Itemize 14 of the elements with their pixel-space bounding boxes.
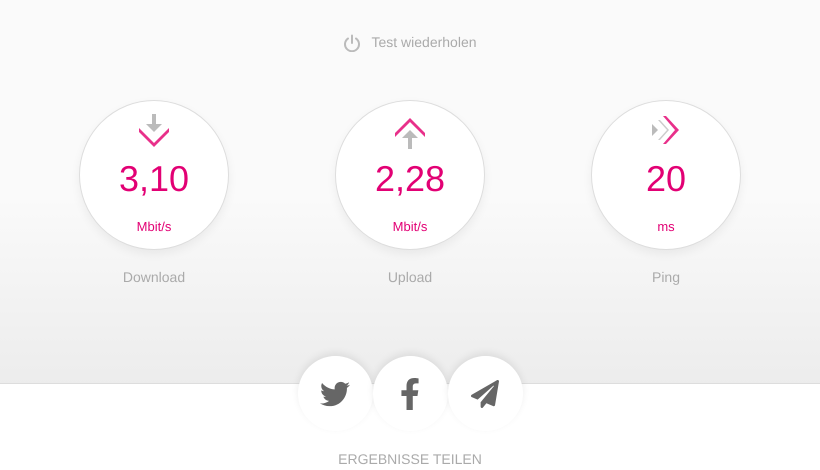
metric-value: 20 [646, 161, 686, 197]
metric-value: 2,28 [374, 161, 446, 197]
power-icon [343, 34, 362, 52]
metric-label: Download [122, 268, 186, 287]
paper-plane-icon [471, 380, 499, 408]
share-label: ERGEBNISSE TEILEN [338, 450, 482, 469]
metric-unit: Mbit/s [136, 218, 172, 236]
metric-label: Ping [652, 268, 680, 287]
metric-unit: Mbit/s [392, 218, 428, 236]
repeat-test-button[interactable]: Test wiederholen [343, 32, 477, 53]
metric-unit: ms [657, 218, 675, 236]
download-arrow-icon [137, 114, 171, 150]
metric-value: 3,10 [118, 161, 190, 197]
metric-label: Upload [388, 268, 432, 287]
